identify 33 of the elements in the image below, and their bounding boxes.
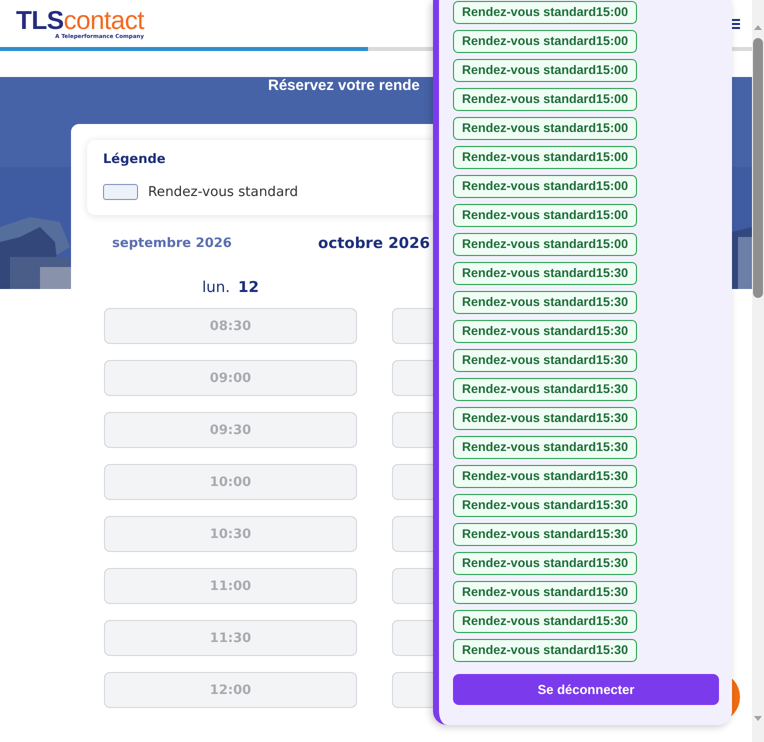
month-tab[interactable]: septembre 2026 — [108, 230, 236, 256]
slot-chip[interactable]: Rendez-vous standard15:30 — [453, 349, 638, 372]
slot-chip[interactable]: Rendez-vous standard15:00 — [453, 1, 638, 24]
slot-chip[interactable]: Rendez-vous standard15:30 — [453, 378, 638, 401]
slot-chip[interactable]: Rendez-vous standard15:30 — [453, 320, 638, 343]
slot-chip[interactable]: Rendez-vous standard15:30 — [453, 610, 638, 633]
page-title: Réservez votre rende — [268, 77, 420, 94]
legend-label: Rendez-vous standard — [148, 184, 298, 200]
slot-chip[interactable]: Rendez-vous standard15:00 — [453, 175, 638, 198]
slot-chip[interactable]: Rendez-vous standard15:30 — [453, 436, 638, 459]
slot-chip[interactable]: Rendez-vous standard15:00 — [453, 117, 638, 140]
logout-button[interactable]: Se déconnecter — [453, 674, 719, 705]
weekday-label: lun. — [202, 278, 230, 296]
slot-chip[interactable]: Rendez-vous standard15:00 — [453, 88, 638, 111]
slot-chip[interactable]: Rendez-vous standard15:30 — [453, 291, 638, 314]
slot-chip[interactable]: Rendez-vous standard15:30 — [453, 639, 638, 662]
slot-chip[interactable]: Rendez-vous standard15:30 — [453, 262, 638, 285]
legend-swatch — [103, 184, 138, 200]
slot-chip[interactable]: Rendez-vous standard15:30 — [453, 407, 638, 430]
slot-chip[interactable]: Rendez-vous standard15:00 — [453, 146, 638, 169]
scrollbar[interactable] — [752, 0, 764, 742]
slot-chip[interactable]: Rendez-vous standard15:30 — [453, 465, 638, 488]
slot-chip[interactable]: Rendez-vous standard15:30 — [453, 523, 638, 546]
date-label: 12 — [238, 278, 259, 296]
slot-chip[interactable]: Rendez-vous standard15:30 — [453, 494, 638, 517]
slot-chip[interactable]: Rendez-vous standard15:00 — [453, 233, 638, 256]
month-tab[interactable]: octobre 2026 — [314, 230, 434, 256]
slot-chip[interactable]: Rendez-vous standard15:30 — [453, 581, 638, 604]
slot-chip[interactable]: Rendez-vous standard15:30 — [453, 552, 638, 575]
legend-title: Légende — [103, 152, 166, 167]
slot-chip[interactable]: Rendez-vous standard15:00 — [453, 30, 638, 53]
slot-chip[interactable]: Rendez-vous standard15:00 — [453, 204, 638, 227]
slot-chip[interactable]: Rendez-vous standard15:00 — [453, 59, 638, 82]
